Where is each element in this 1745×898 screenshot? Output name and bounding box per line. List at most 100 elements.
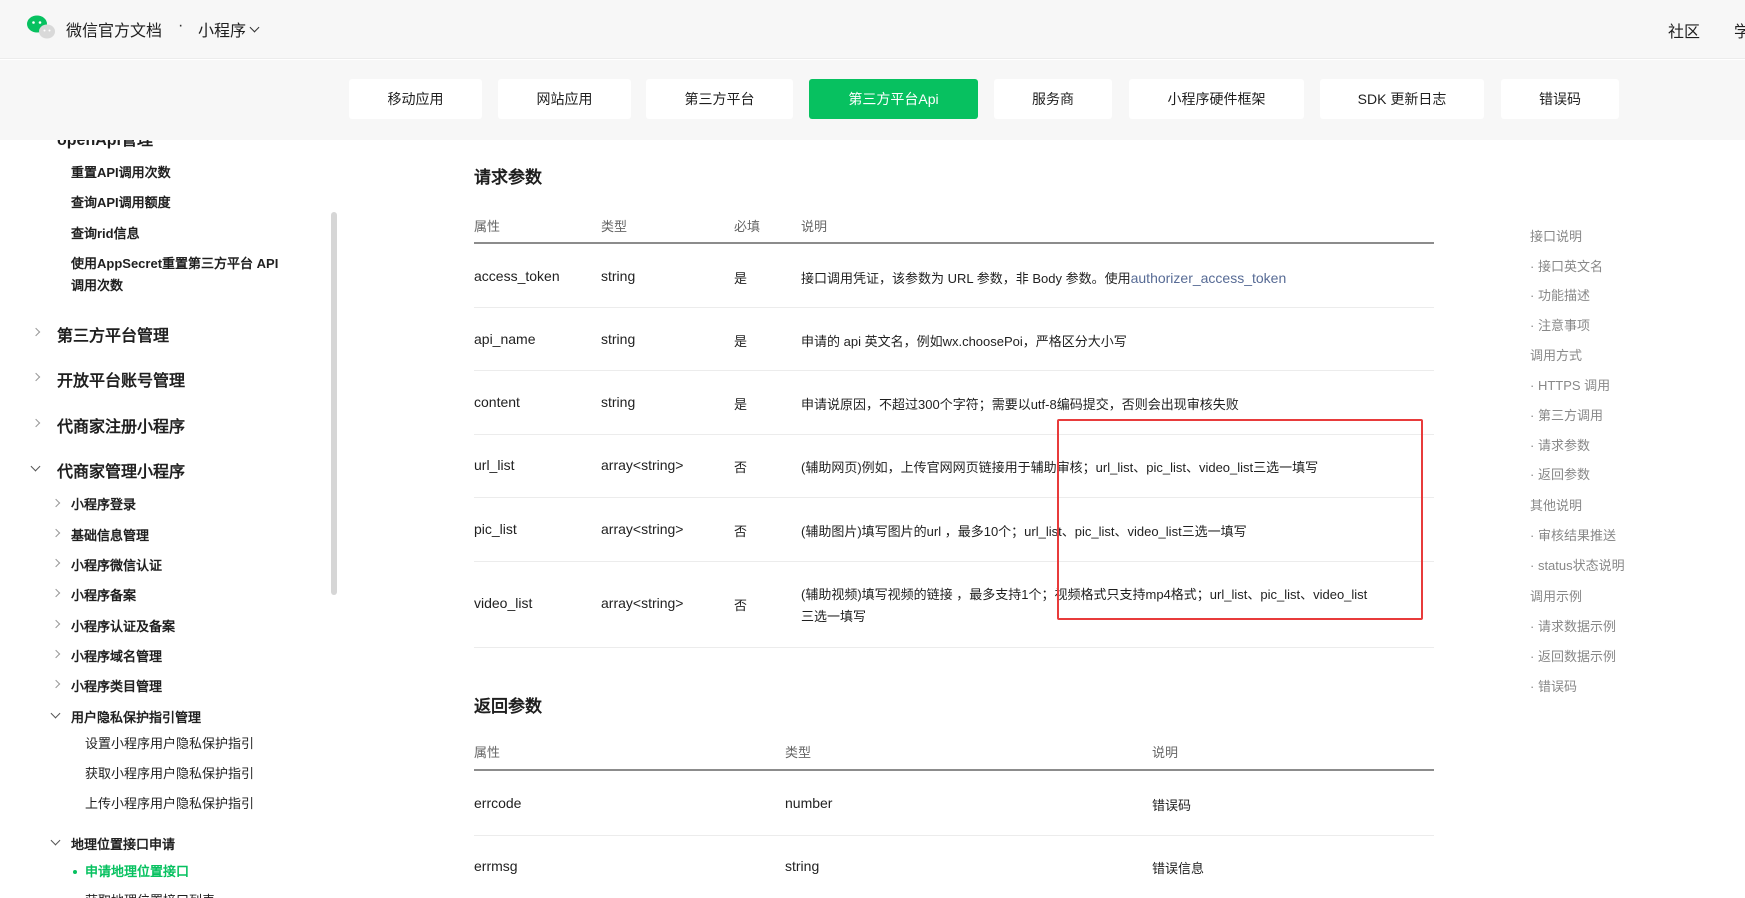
sidebar-group-open-account[interactable]: 开放平台账号管理 [57, 367, 185, 391]
req-header-type: 类型 [601, 219, 628, 234]
resp-header-divider [474, 769, 1434, 771]
toc-item-notes[interactable]: · 注意事项 [1530, 315, 1590, 334]
sidebar-item-auth-filing[interactable]: 小程序认证及备案 [71, 616, 175, 635]
sidebar-item-geo[interactable]: 地理位置接口申请 [71, 834, 175, 853]
active-dot-icon [73, 870, 77, 874]
chevron-right-icon [51, 649, 61, 659]
req-cell-desc: 申请的 api 英文名，例如wx.choosePoi，严格区分大小写 [801, 334, 1127, 349]
req-cell-name: url_list [474, 457, 515, 473]
sidebar-scrollbar[interactable] [331, 212, 337, 595]
req-cell-type: array<string> [601, 521, 684, 537]
resp-cell-type: string [785, 858, 820, 874]
sidebar-group-manage[interactable]: 代商家管理小程序 [57, 458, 185, 482]
toc-item-response-params[interactable]: · 返回参数 [1530, 464, 1590, 483]
sidebar-item-domain[interactable]: 小程序域名管理 [71, 646, 162, 665]
chevron-down-icon [50, 708, 61, 719]
sidebar-group-register[interactable]: 代商家注册小程序 [57, 413, 185, 437]
chevron-down-icon [30, 461, 41, 472]
req-cell-name: content [474, 394, 520, 410]
toc-item-audit-push[interactable]: · 审核结果推送 [1530, 525, 1616, 544]
req-header-divider [474, 242, 1434, 244]
sidebar-item-privacy-set[interactable]: 设置小程序用户隐私保护指引 [85, 733, 254, 752]
req-cell-type: string [601, 268, 636, 284]
resp-cell-desc: 错误码 [1152, 798, 1192, 813]
sidebar-item-filing[interactable]: 小程序备案 [71, 585, 136, 604]
community-link[interactable]: 社区 [1668, 18, 1700, 42]
row-divider [474, 370, 1434, 371]
wechat-logo-icon[interactable] [26, 14, 56, 40]
learn-link[interactable]: 学 [1734, 18, 1745, 42]
chevron-right-icon [31, 372, 41, 382]
brand-title[interactable]: 微信官方文档 [66, 17, 162, 41]
product-selector[interactable]: 小程序 [198, 17, 260, 41]
sidebar-item-query-rid[interactable]: 查询rid信息 [71, 223, 140, 242]
nav-hardware-framework[interactable]: 小程序硬件框架 [1129, 79, 1304, 119]
req-cell-required: 是 [734, 271, 748, 286]
sidebar-item-appsecret-reset[interactable]: 使用AppSecret重置第三方平台 API [71, 253, 278, 272]
nav-website-app[interactable]: 网站应用 [498, 79, 631, 119]
req-cell-name: video_list [474, 595, 533, 611]
sidebar-item-privacy-upload[interactable]: 上传小程序用户隐私保护指引 [85, 793, 254, 812]
toc-item-status[interactable]: · status状态说明 [1530, 555, 1625, 574]
req-cell-type: array<string> [601, 457, 684, 473]
chevron-right-icon [31, 327, 41, 337]
sidebar-item-geo-apply[interactable]: 申请地理位置接口 [85, 861, 189, 880]
sidebar-item-privacy-get[interactable]: 获取小程序用户隐私保护指引 [85, 763, 254, 782]
nav-third-party[interactable]: 第三方平台 [646, 79, 793, 119]
toc-item-call-method[interactable]: 调用方式 [1530, 345, 1582, 364]
toc-item-api-name[interactable]: · 接口英文名 [1530, 256, 1603, 275]
sidebar-item-query-quota[interactable]: 查询API调用额度 [71, 192, 171, 211]
chevron-right-icon [51, 619, 61, 629]
sidebar-item-login[interactable]: 小程序登录 [71, 494, 136, 513]
sidebar-item-privacy[interactable]: 用户隐私保护指引管理 [71, 707, 201, 726]
sidebar-item-reset-api[interactable]: 重置API调用次数 [71, 162, 171, 181]
req-header-attr: 属性 [474, 219, 501, 234]
toc-item-function[interactable]: · 功能描述 [1530, 285, 1590, 304]
resp-header-type: 类型 [785, 745, 812, 760]
req-cell-name: api_name [474, 331, 536, 347]
toc-item-interface[interactable]: 接口说明 [1530, 226, 1582, 245]
sidebar-item-basic-info[interactable]: 基础信息管理 [71, 525, 149, 544]
toc-item-examples[interactable]: 调用示例 [1530, 586, 1582, 605]
nav-service-provider[interactable]: 服务商 [994, 79, 1112, 119]
req-cell-required: 否 [734, 460, 748, 475]
resp-cell-type: number [785, 795, 833, 811]
resp-cell-desc: 错误信息 [1152, 861, 1205, 876]
req-cell-required: 否 [734, 598, 748, 613]
req-desc-text: 接口调用凭证，该参数为 URL 参数，非 Body 参数。使用 [801, 271, 1131, 286]
row-divider [474, 307, 1434, 308]
chevron-down-icon [249, 22, 260, 32]
toc-item-error-code[interactable]: · 错误码 [1530, 676, 1577, 695]
toc-item-resp-example[interactable]: · 返回数据示例 [1530, 646, 1616, 665]
sidebar-item-category[interactable]: 小程序类目管理 [71, 676, 162, 695]
nav-mobile-app[interactable]: 移动应用 [349, 79, 482, 119]
sidebar-item-appsecret-reset-cont[interactable]: 调用次数 [71, 275, 123, 294]
resp-header-desc: 说明 [1152, 745, 1179, 760]
toc-item-request-params[interactable]: · 请求参数 [1530, 435, 1590, 454]
toc-item-third-party-call[interactable]: · 第三方调用 [1530, 405, 1603, 424]
top-header: 微信官方文档 · 小程序 社区 学 [0, 0, 1745, 59]
chevron-down-icon [50, 835, 61, 846]
toc-item-https[interactable]: · HTTPS 调用 [1530, 375, 1610, 394]
nav-sdk-changelog[interactable]: SDK 更新日志 [1320, 79, 1484, 119]
sidebar-item-openapi[interactable]: openApi管理 [57, 140, 153, 150]
highlight-box [1057, 419, 1423, 620]
chevron-right-icon [51, 588, 61, 598]
left-sidebar: openApi管理 重置API调用次数 查询API调用额度 查询rid信息 使用… [0, 140, 338, 898]
sidebar-item-geo-list[interactable]: 获取地理位置接口列表 [85, 890, 215, 898]
response-params-title: 返回参数 [474, 697, 542, 716]
req-cell-required: 是 [734, 397, 748, 412]
nav-error-codes[interactable]: 错误码 [1501, 79, 1619, 119]
req-cell-desc-cont: 三选一填写 [801, 609, 867, 624]
chevron-right-icon [51, 528, 61, 538]
sidebar-group-third-party[interactable]: 第三方平台管理 [57, 322, 169, 346]
toc-item-req-example[interactable]: · 请求数据示例 [1530, 616, 1616, 635]
chevron-right-icon [31, 418, 41, 428]
brand-separator: · [178, 17, 184, 34]
resp-cell-name: errcode [474, 795, 522, 811]
nav-third-party-api[interactable]: 第三方平台Api [809, 79, 978, 119]
access-token-link[interactable]: authorizer_access_token [1131, 270, 1287, 286]
toc-item-other[interactable]: 其他说明 [1530, 495, 1582, 514]
req-cell-required: 否 [734, 524, 748, 539]
sidebar-item-wechat-auth[interactable]: 小程序微信认证 [71, 555, 162, 574]
